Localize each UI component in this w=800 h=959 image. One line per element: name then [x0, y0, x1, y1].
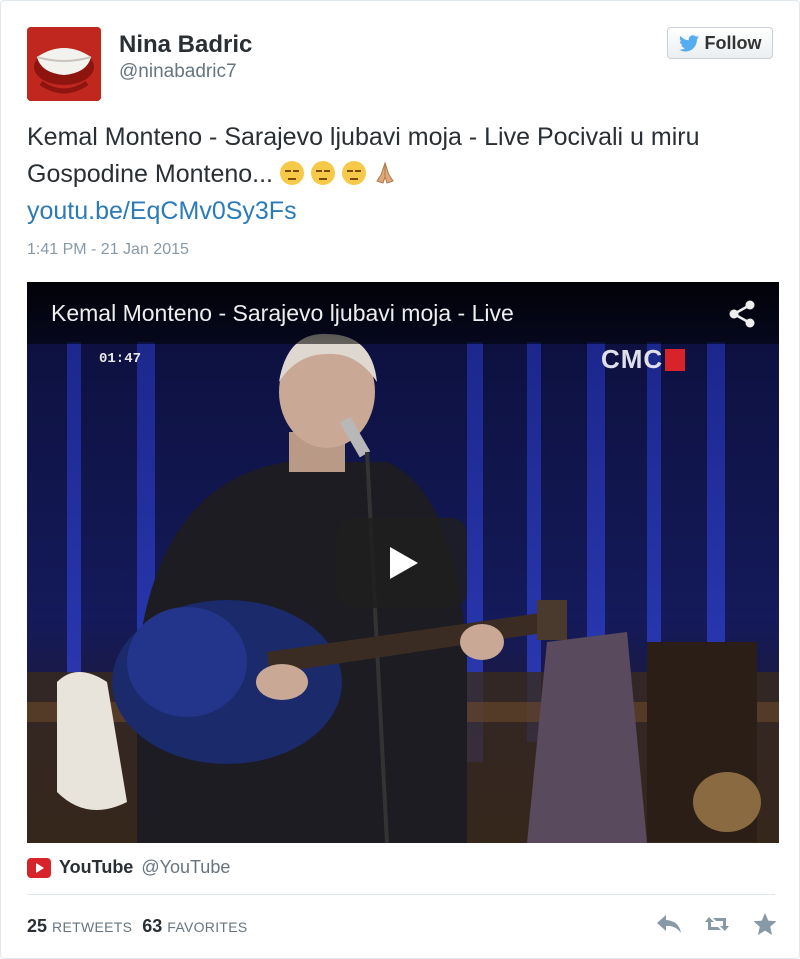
play-button[interactable] — [337, 518, 467, 608]
channel-logo-text: CMC — [601, 344, 664, 374]
follow-button-label: Follow — [704, 32, 762, 53]
follow-button[interactable]: Follow — [667, 27, 773, 59]
user-handle[interactable]: @ninabadric7 — [119, 61, 237, 83]
favorites-count: 63 — [142, 916, 163, 936]
retweets-label: RETWEETS — [52, 919, 133, 935]
retweet-icon[interactable] — [703, 911, 731, 937]
avatar-image — [27, 27, 101, 101]
youtube-video-player[interactable]: Kemal Monteno - Sarajevo ljubavi moja - … — [27, 282, 779, 843]
channel-logo: CMC — [601, 344, 686, 375]
avatar[interactable] — [27, 27, 101, 101]
divider — [27, 894, 775, 895]
tweet-actions — [655, 911, 779, 937]
favorite-icon[interactable] — [751, 911, 779, 937]
pensive-face-icon — [310, 161, 335, 185]
retweets-stat[interactable]: 25 RETWEETS — [27, 916, 132, 937]
pensive-face-icon — [279, 161, 304, 185]
user-display-name[interactable]: Nina Badric — [119, 31, 252, 59]
tweet-timestamp[interactable]: 1:41 PM - 21 Jan 2015 — [27, 241, 189, 259]
tweet-embed-card: Nina Badric @ninabadric7 Follow Kemal Mo… — [0, 0, 800, 959]
source-name[interactable]: YouTube — [59, 857, 133, 878]
source-handle[interactable]: @YouTube — [141, 857, 230, 878]
video-timecode: 01:47 — [99, 351, 142, 367]
reply-icon[interactable] — [655, 911, 683, 937]
retweets-count: 25 — [27, 916, 48, 936]
tweet-text: Kemal Monteno - Sarajevo ljubavi moja - … — [27, 119, 767, 193]
favorites-label: FAVORITES — [167, 919, 248, 935]
twitter-bird-icon — [678, 34, 699, 51]
youtube-icon — [27, 857, 51, 878]
folded-hands-icon — [373, 159, 397, 184]
play-icon — [390, 547, 418, 579]
favorites-stat[interactable]: 63 FAVORITES — [142, 916, 247, 937]
tweet-link[interactable]: youtu.be/EqCMv0Sy3Fs — [27, 197, 297, 226]
video-title[interactable]: Kemal Monteno - Sarajevo ljubavi moja - … — [51, 300, 514, 327]
media-source[interactable]: YouTube @YouTube — [27, 857, 230, 878]
pensive-face-icon — [341, 161, 366, 185]
tweet-stats: 25 RETWEETS 63 FAVORITES — [27, 916, 248, 937]
share-icon[interactable] — [727, 299, 757, 329]
